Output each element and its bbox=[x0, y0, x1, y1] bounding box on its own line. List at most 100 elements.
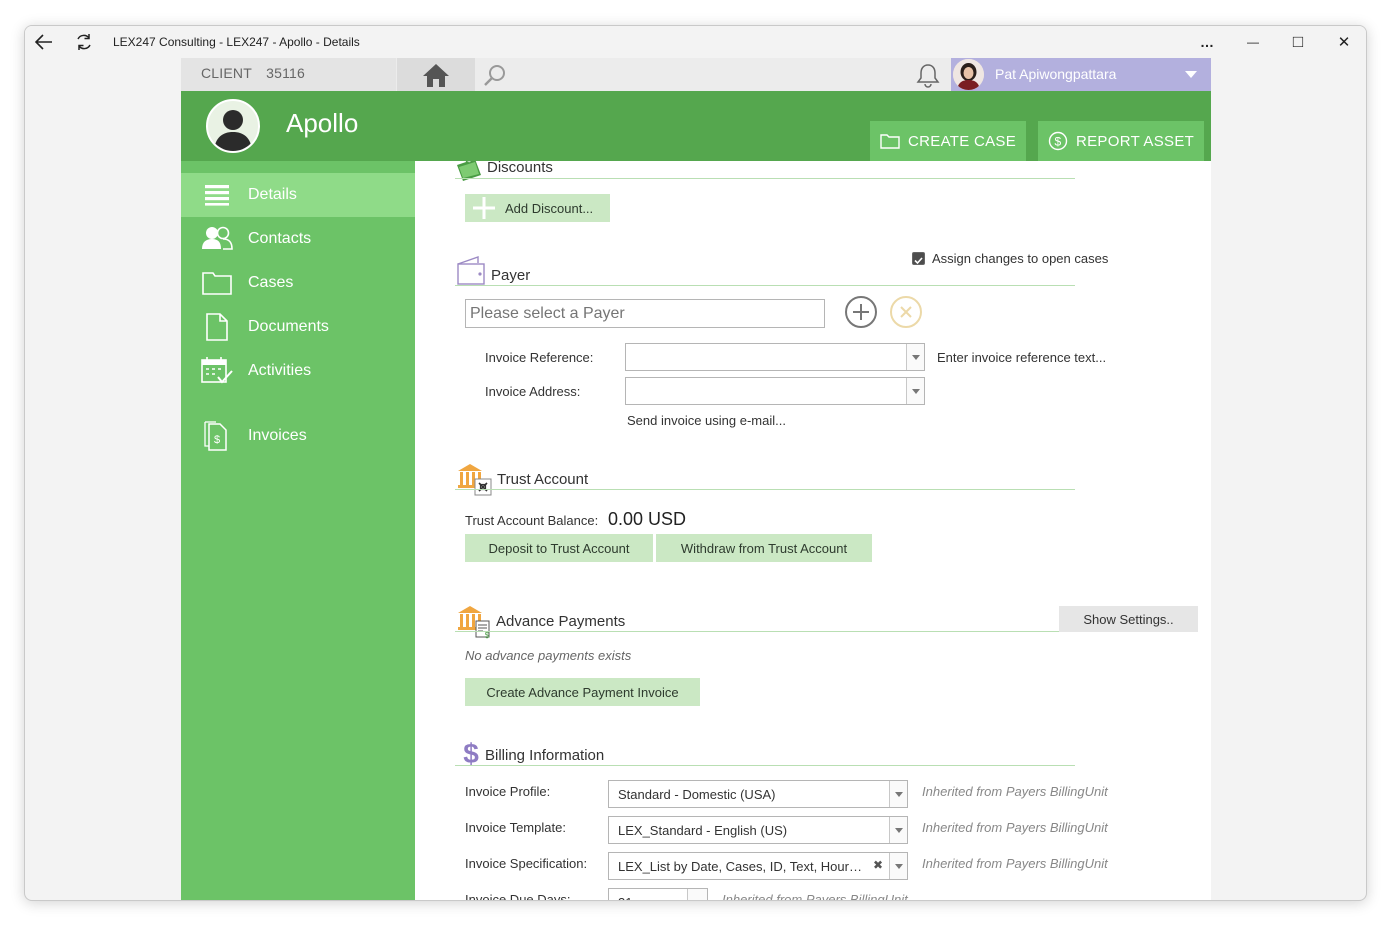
bank-icon bbox=[456, 462, 494, 503]
discounts-heading: Discounts bbox=[487, 161, 553, 176]
list-icon bbox=[201, 180, 233, 210]
add-discount-button[interactable]: Add Discount... bbox=[465, 194, 610, 222]
clear-payer-button[interactable] bbox=[890, 296, 922, 328]
sidebar-item-label: Details bbox=[248, 186, 297, 203]
client-number: 35116 bbox=[266, 65, 305, 81]
svg-text:$: $ bbox=[214, 434, 220, 446]
invoice-icon: $ bbox=[201, 421, 233, 451]
invoice-profile-value: Standard - Domestic (USA) bbox=[618, 787, 776, 802]
more-options-icon[interactable]: … bbox=[1196, 32, 1218, 52]
invoice-template-combo[interactable]: LEX_Standard - English (US) bbox=[608, 816, 908, 844]
user-menu[interactable]: Pat Apiwongpattara bbox=[951, 58, 1211, 91]
spinner-icon[interactable] bbox=[687, 889, 707, 900]
svg-text:$: $ bbox=[463, 739, 479, 767]
invoice-address-label: Invoice Address: bbox=[485, 384, 581, 399]
trust-account-heading: Trust Account bbox=[497, 471, 589, 488]
invoice-template-label: Invoice Template: bbox=[465, 820, 566, 835]
maximize-icon[interactable]: □ bbox=[1287, 32, 1309, 52]
sidebar-item-documents[interactable]: Documents bbox=[181, 305, 415, 349]
chevron-down-icon bbox=[1185, 71, 1197, 78]
svg-text:$: $ bbox=[1055, 135, 1062, 149]
dollar-circle-icon: $ bbox=[1048, 131, 1068, 151]
sidebar: Details Contacts Cases Documents Activit… bbox=[181, 161, 415, 900]
chevron-down-icon[interactable] bbox=[889, 853, 907, 879]
back-arrow-icon[interactable] bbox=[33, 32, 55, 52]
invoice-reference-hint[interactable]: Enter invoice reference text... bbox=[937, 350, 1106, 365]
notification-bell-icon[interactable] bbox=[915, 62, 941, 88]
invoice-due-days-value: 31 bbox=[618, 895, 632, 900]
add-payer-button[interactable] bbox=[845, 296, 877, 328]
chevron-down-icon[interactable] bbox=[906, 344, 924, 370]
details-content: $ Discounts Add Discount... Payer Assign… bbox=[415, 161, 1211, 901]
close-icon bbox=[900, 306, 912, 318]
document-icon bbox=[201, 312, 233, 342]
clear-icon[interactable]: ✖ bbox=[873, 858, 883, 872]
billing-information-heading: Billing Information bbox=[485, 747, 605, 764]
create-case-button[interactable]: CREATE CASE bbox=[870, 121, 1027, 161]
bank-invoice-icon: $ bbox=[456, 604, 494, 645]
sidebar-item-label: Invoices bbox=[248, 427, 307, 444]
sidebar-item-label: Contacts bbox=[248, 230, 312, 247]
invoice-template-value: LEX_Standard - English (US) bbox=[618, 823, 788, 838]
payer-heading: Payer bbox=[491, 267, 531, 284]
client-header: Apollo CREATE CASE $ REPORT ASSET bbox=[181, 91, 1211, 161]
report-asset-button[interactable]: $ REPORT ASSET bbox=[1038, 121, 1205, 161]
create-case-label: CREATE CASE bbox=[908, 132, 1017, 150]
search-button[interactable] bbox=[477, 58, 513, 91]
home-icon bbox=[423, 63, 449, 87]
sidebar-item-label: Activities bbox=[248, 362, 312, 379]
advance-payments-heading: Advance Payments bbox=[496, 613, 626, 630]
send-invoice-email-link[interactable]: Send invoice using e-mail... bbox=[627, 413, 786, 428]
folder-icon bbox=[880, 134, 900, 149]
close-icon[interactable]: ✕ bbox=[1333, 32, 1355, 52]
refresh-icon[interactable] bbox=[73, 32, 95, 52]
create-advance-invoice-button[interactable]: Create Advance Payment Invoice bbox=[465, 678, 700, 706]
invoice-profile-label: Invoice Profile: bbox=[465, 784, 551, 799]
home-button[interactable] bbox=[397, 58, 475, 91]
sidebar-item-details[interactable]: Details bbox=[181, 173, 415, 217]
inherited-note: Inherited from Payers BillingUnit bbox=[922, 784, 1108, 799]
client-indicator: CLIENT 35116 bbox=[181, 58, 396, 91]
invoice-reference-combo[interactable] bbox=[625, 343, 925, 371]
sidebar-item-activities[interactable]: Activities bbox=[181, 349, 415, 393]
window-title: LEX247 Consulting - LEX247 - Apollo - De… bbox=[113, 35, 360, 49]
minimize-icon[interactable]: — bbox=[1242, 32, 1264, 52]
app-surface: CLIENT 35116 Pat Apiwongpattara Apollo C… bbox=[181, 58, 1211, 901]
plus-icon bbox=[473, 197, 495, 219]
plus-icon bbox=[853, 304, 869, 320]
deposit-trust-button[interactable]: Deposit to Trust Account bbox=[465, 534, 653, 562]
assign-changes-checkbox[interactable] bbox=[912, 252, 925, 265]
calendar-check-icon bbox=[201, 356, 233, 386]
assign-changes-label: Assign changes to open cases bbox=[932, 251, 1109, 266]
advance-payments-empty-text: No advance payments exists bbox=[465, 648, 632, 663]
sidebar-item-cases[interactable]: Cases bbox=[181, 261, 415, 305]
invoice-due-days-label: Invoice Due Days: bbox=[465, 892, 571, 901]
invoice-specification-value: LEX_List by Date, Cases, ID, Text, Hours… bbox=[618, 859, 868, 874]
title-bar: LEX247 Consulting - LEX247 - Apollo - De… bbox=[25, 26, 1366, 58]
chevron-down-icon[interactable] bbox=[906, 378, 924, 404]
sidebar-item-invoices[interactable]: $ Invoices bbox=[181, 414, 415, 458]
invoice-address-combo[interactable] bbox=[625, 377, 925, 405]
inherited-note: Inherited from Payers BillingUnit bbox=[922, 820, 1108, 835]
chevron-down-icon[interactable] bbox=[889, 817, 907, 843]
sidebar-item-contacts[interactable]: Contacts bbox=[181, 217, 415, 261]
inherited-note: Inherited from Payers BillingUnit bbox=[722, 892, 908, 901]
section-divider bbox=[455, 765, 1075, 766]
section-divider bbox=[455, 285, 1075, 286]
svg-text:$: $ bbox=[485, 631, 490, 640]
withdraw-trust-button[interactable]: Withdraw from Trust Account bbox=[656, 534, 872, 562]
invoice-profile-combo[interactable]: Standard - Domestic (USA) bbox=[608, 780, 908, 808]
top-bar: CLIENT 35116 Pat Apiwongpattara bbox=[181, 58, 1211, 91]
user-avatar bbox=[953, 59, 984, 90]
chevron-down-icon[interactable] bbox=[889, 781, 907, 807]
sidebar-item-label: Documents bbox=[248, 318, 329, 335]
payer-search-input[interactable] bbox=[465, 299, 825, 328]
invoice-specification-combo[interactable]: LEX_List by Date, Cases, ID, Text, Hours… bbox=[608, 852, 908, 880]
user-name: Pat Apiwongpattara bbox=[995, 66, 1117, 82]
inherited-note: Inherited from Payers BillingUnit bbox=[922, 856, 1108, 871]
section-divider bbox=[455, 489, 1075, 490]
show-settings-button[interactable]: Show Settings.. bbox=[1059, 606, 1198, 632]
invoice-due-days-input[interactable]: 31 bbox=[608, 888, 708, 900]
add-discount-label: Add Discount... bbox=[505, 200, 594, 216]
discount-icon: $ bbox=[455, 161, 483, 186]
